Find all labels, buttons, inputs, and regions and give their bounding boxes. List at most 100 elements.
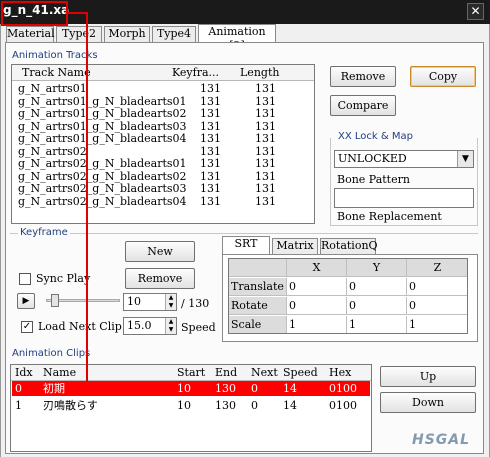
srt-value-cell[interactable]: 0 — [287, 297, 347, 315]
track-name-cell[interactable]: g_N_artrs02_g_N_bladearts03 — [18, 183, 187, 194]
remove-track-button[interactable]: Remove — [330, 66, 396, 87]
track-name-cell[interactable]: g_N_artrs02_g_N_bladearts04 — [18, 196, 187, 207]
frame-spinner[interactable]: 10 ▲ ▼ — [123, 293, 177, 311]
bone-pattern-label: Bone Pattern — [337, 173, 410, 186]
track-name-cell[interactable]: g_N_artrs02 — [18, 146, 87, 157]
clip-idx-cell: 1 — [15, 399, 22, 412]
track-keyframes-cell: 131 — [200, 119, 221, 133]
track-name-cell[interactable]: g_N_artrs01 — [18, 83, 87, 94]
checkmark-icon: ✓ — [22, 321, 32, 332]
load-next-clip-checkbox[interactable]: ✓ — [21, 321, 33, 333]
track-keyframes-cell: 131 — [200, 182, 221, 195]
tab-morph[interactable]: Morph — [104, 26, 150, 42]
srt-value-cell[interactable]: 0 — [287, 278, 347, 296]
tracks-group-label: Animation Tracks — [12, 50, 98, 61]
col-track-name[interactable]: Track Name — [22, 65, 91, 80]
track-length-cell: 131 — [255, 132, 276, 145]
track-name-cell[interactable]: g_N_artrs02_g_N_bladearts02 — [18, 171, 187, 182]
speed-spinner[interactable]: 15.0 ▲ ▼ — [123, 317, 177, 335]
tracks-header: Track Name Keyfra... Length — [12, 65, 314, 81]
srt-value-cell[interactable]: 0 — [347, 297, 407, 315]
tab-type2[interactable]: Type2 — [56, 26, 102, 42]
spinner-arrows-icon[interactable]: ▲ ▼ — [165, 294, 176, 310]
tab-srt[interactable]: SRT — [222, 236, 270, 255]
clip-start-cell: 10 — [177, 382, 191, 395]
clip-row[interactable] — [12, 381, 370, 396]
track-name-cell[interactable]: g_N_artrs01_g_N_bladearts04 — [18, 133, 187, 144]
load-next-clip-label: Load Next Clip — [38, 320, 122, 333]
track-length-cell: 131 — [255, 82, 276, 95]
srt-value-cell[interactable]: 1 — [347, 316, 407, 333]
clips-list[interactable]: Idx Name Start End Next Speed Hex 0 初期 10 1… — [10, 364, 372, 452]
play-icon: ▶ — [22, 296, 30, 306]
sync-play-checkbox[interactable] — [19, 273, 31, 285]
track-length-cell: 131 — [255, 182, 276, 195]
lock-mode-select[interactable]: UNLOCKED ▼ — [334, 150, 474, 168]
col-length[interactable]: Length — [240, 65, 279, 80]
srt-value-cell[interactable]: 1 — [287, 316, 347, 333]
speed-label: Speed — [181, 321, 216, 334]
track-keyframes-cell: 131 — [200, 107, 221, 120]
col-idx[interactable]: Idx — [15, 365, 33, 380]
clip-hex-cell: 0100 — [329, 399, 357, 412]
clip-end-cell: 130 — [215, 399, 236, 412]
col-end[interactable]: End — [215, 365, 237, 380]
clip-idx-cell: 0 — [15, 382, 22, 395]
compare-button[interactable]: Compare — [330, 95, 396, 116]
tab-type4[interactable]: Type4 — [152, 26, 196, 42]
tab-matrix[interactable]: Matrix — [272, 238, 318, 254]
tab-material[interactable]: Material — [6, 26, 55, 42]
track-name-cell[interactable]: g_N_artrs01_g_N_bladearts02 — [18, 108, 187, 119]
track-name-cell[interactable]: g_N_artrs02_g_N_bladearts01 — [18, 158, 187, 169]
clip-speed-cell: 14 — [283, 399, 297, 412]
srt-grid[interactable]: X Y Z Translate 0 0 0 Rotate 0 0 0 Scale 1 1 1 — [228, 258, 468, 334]
bone-replacement-label: Bone Replacement — [337, 210, 442, 223]
clip-up-button[interactable]: Up — [380, 366, 476, 387]
spinner-arrows-icon[interactable]: ▲ ▼ — [165, 318, 176, 334]
copy-track-button[interactable]: Copy — [410, 66, 476, 87]
chevron-down-icon[interactable]: ▼ — [457, 151, 473, 167]
col-keyframes[interactable]: Keyfra... — [172, 65, 219, 80]
srt-value-cell[interactable]: 0 — [407, 278, 467, 296]
tab-animation[interactable]: Animation [2] — [198, 24, 276, 52]
track-length-cell: 131 — [255, 107, 276, 120]
srt-value-cell[interactable]: 0 — [407, 297, 467, 315]
col-hex[interactable]: Hex — [329, 365, 351, 380]
bone-pattern-input[interactable] — [334, 188, 474, 208]
track-length-cell: 131 — [255, 194, 276, 208]
track-keyframes-cell: 131 — [200, 157, 221, 170]
frame-total: / 130 — [181, 297, 210, 310]
speed-value: 15.0 — [127, 319, 152, 332]
frame-slider-thumb[interactable] — [51, 294, 60, 307]
clip-next-cell: 0 — [251, 382, 258, 395]
clip-down-button[interactable]: Down — [380, 392, 476, 413]
track-length-cell: 131 — [255, 169, 276, 183]
remove-keyframe-button[interactable]: Remove — [125, 268, 195, 289]
srt-value-cell[interactable]: 0 — [347, 278, 407, 296]
srt-row-header: Translate — [229, 278, 287, 296]
col-name[interactable]: Name — [43, 365, 76, 380]
clip-name-cell: 初期 — [43, 382, 65, 395]
window-title: g_n_41.xa — [3, 3, 70, 17]
track-keyframes-cell: 131 — [200, 82, 221, 95]
col-speed[interactable]: Speed — [283, 365, 318, 380]
col-next[interactable]: Next — [251, 365, 278, 380]
track-length-cell: 131 — [255, 94, 276, 108]
track-length-cell: 131 — [255, 119, 276, 133]
clip-start-cell: 10 — [177, 399, 191, 412]
clip-end-cell: 130 — [215, 382, 236, 395]
play-button[interactable]: ▶ — [17, 293, 35, 309]
srt-row-header: Scale — [229, 316, 287, 333]
tab-rotationq[interactable]: RotationQ — [320, 238, 378, 254]
title-bar: g_n_41.xa ✕ — [0, 0, 490, 24]
watermark-logo: HSGAL — [412, 432, 471, 448]
track-name-cell[interactable]: g_N_artrs01_g_N_bladearts03 — [18, 121, 187, 132]
close-button[interactable]: ✕ — [467, 3, 484, 20]
srt-row-header: Rotate — [229, 297, 287, 315]
tracks-list[interactable]: Track Name Keyfra... Length g_N_artrs01 1… — [11, 64, 315, 224]
srt-value-cell[interactable]: 1 — [407, 316, 467, 333]
track-name-cell[interactable]: g_N_artrs01_g_N_bladearts01 — [18, 96, 187, 107]
clip-hex-cell: 0100 — [329, 382, 357, 395]
new-keyframe-button[interactable]: New — [125, 241, 195, 262]
col-start[interactable]: Start — [177, 365, 205, 380]
